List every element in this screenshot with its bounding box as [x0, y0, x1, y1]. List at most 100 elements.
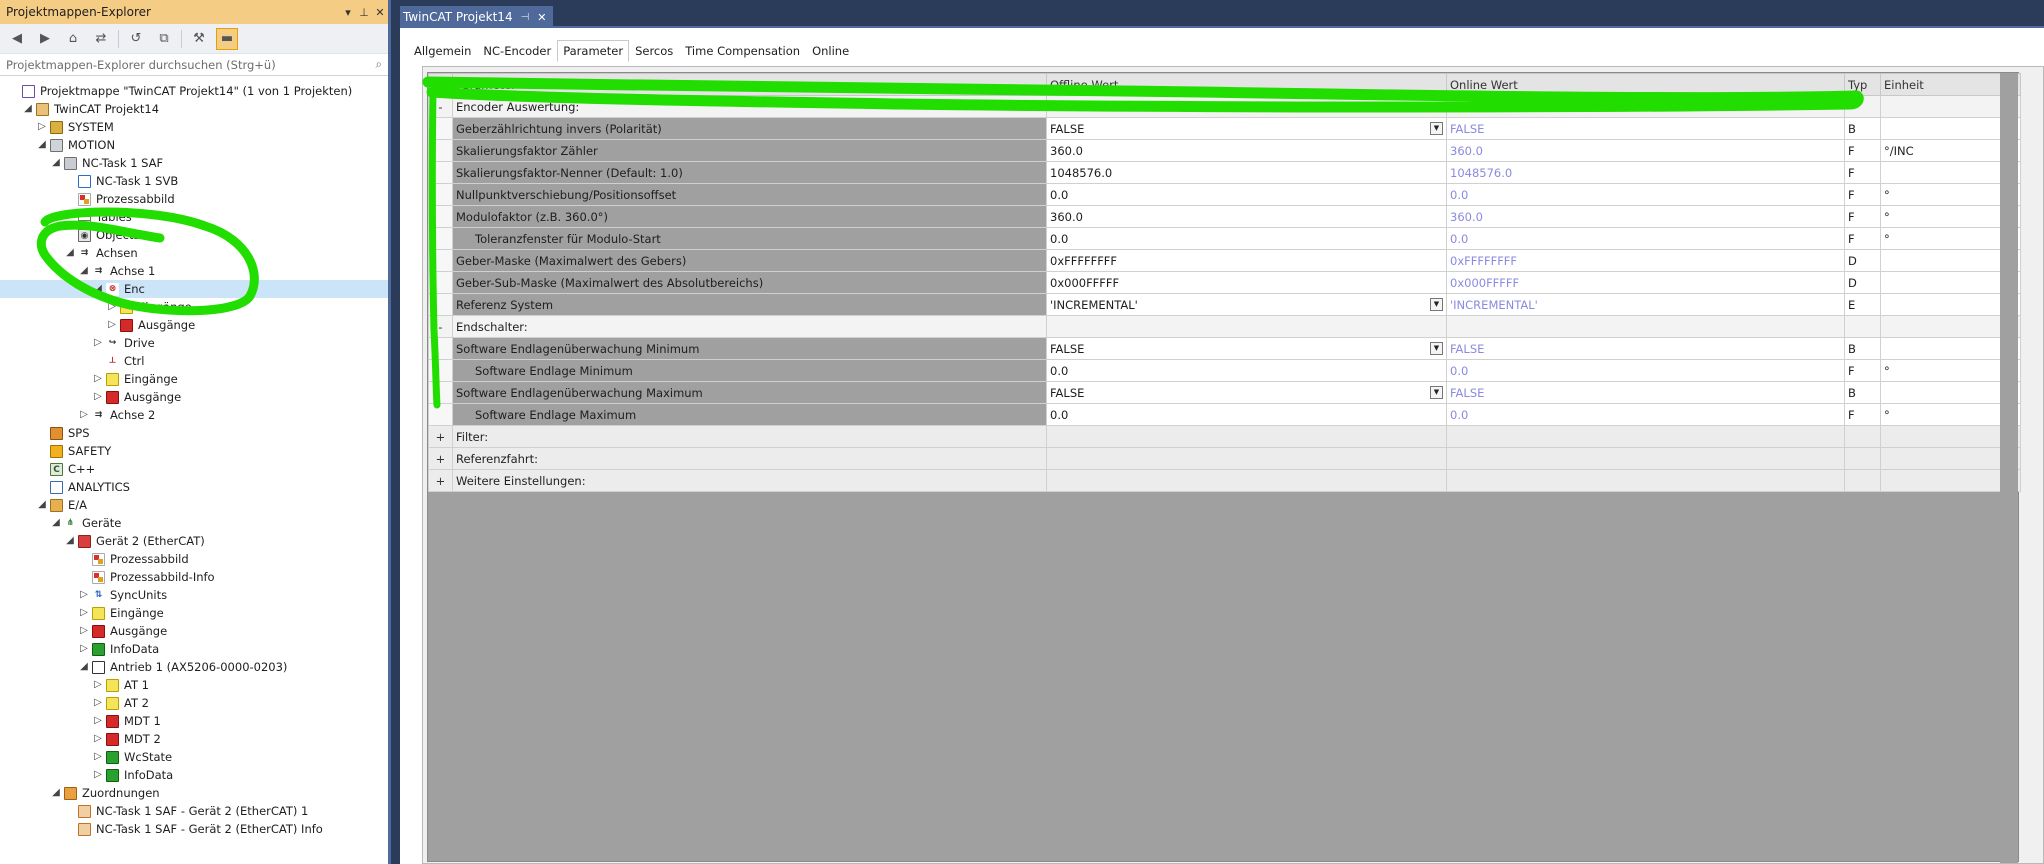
parameter-row[interactable]: Software Endlage Minimum 0.0 0.0 F °	[428, 359, 2021, 382]
tree-item-g-pa[interactable]: Prozessabbild	[0, 550, 388, 568]
category-toggle-button[interactable]: -	[428, 315, 453, 338]
collapse-arrow-icon[interactable]: ◢	[50, 784, 62, 802]
header-typ[interactable]: Typ	[1844, 73, 1881, 96]
tree-item-enc[interactable]: ◢ ⊗ Enc	[0, 280, 388, 298]
close-icon[interactable]: ✕	[537, 11, 546, 24]
parameter-row[interactable]: Nullpunktverschiebung/Positionsoffset 0.0…	[428, 183, 2021, 206]
expand-arrow-icon[interactable]: ▷	[92, 388, 104, 406]
pin-icon[interactable]: ⊥	[356, 6, 372, 19]
tree-item-geraet2[interactable]: ◢ Gerät 2 (EtherCAT)	[0, 532, 388, 550]
collapse-arrow-icon[interactable]: ◢	[78, 262, 90, 280]
tree-item-mdt1[interactable]: ▷ MDT 1	[0, 712, 388, 730]
offline-value-cell[interactable]: 0.0	[1046, 403, 1447, 426]
search-icon[interactable]: ⌕	[376, 57, 382, 72]
offline-value[interactable]: 360.0	[1050, 210, 1083, 224]
collapse-arrow-icon[interactable]: ◢	[36, 136, 48, 154]
history-icon[interactable]: ↺	[125, 28, 147, 50]
category-toggle-button[interactable]: +	[428, 425, 453, 448]
tree-item-g-out[interactable]: ▷ Ausgänge	[0, 622, 388, 640]
preview-icon[interactable]: ▬	[216, 27, 238, 50]
tree-item-ax-out[interactable]: ▷ Ausgänge	[0, 388, 388, 406]
tree-item-ea[interactable]: ◢ E/A	[0, 496, 388, 514]
tree-item-ctrl[interactable]: ⟂ Ctrl	[0, 352, 388, 370]
tree-item-tables[interactable]: Tables	[0, 208, 388, 226]
parameter-row[interactable]: Software Endlage Maximum 0.0 0.0 F °	[428, 403, 2021, 426]
expand-arrow-icon[interactable]: ▷	[106, 298, 118, 316]
category-row[interactable]: - Encoder Auswertung:	[428, 95, 2021, 118]
tree-item-a-info[interactable]: ▷ InfoData	[0, 766, 388, 784]
parameter-row[interactable]: Software Endlagenüberwachung Minimum FALS…	[428, 337, 2021, 360]
tree-item-at1[interactable]: ▷ AT 1	[0, 676, 388, 694]
collapse-arrow-icon[interactable]: ◢	[64, 532, 76, 550]
offline-value-cell[interactable]: FALSE ▼	[1046, 117, 1447, 140]
tab-parameter[interactable]: Parameter	[557, 40, 630, 62]
parameter-row[interactable]: Geber-Maske (Maximalwert des Gebers) 0xFF…	[428, 249, 2021, 272]
tree-item-antrieb1[interactable]: ◢ Antrieb 1 (AX5206-0000-0203)	[0, 658, 388, 676]
expand-arrow-icon[interactable]: ▷	[106, 316, 118, 334]
expand-arrow-icon[interactable]: ▷	[92, 370, 104, 388]
offline-value[interactable]: 'INCREMENTAL'	[1050, 298, 1138, 312]
tree-item-geraete[interactable]: ◢ ⋔ Geräte	[0, 514, 388, 532]
search-box[interactable]: Projektmappen-Explorer durchsuchen (Strg…	[0, 54, 388, 76]
tree-item-map1[interactable]: NC-Task 1 SAF - Gerät 2 (EtherCAT) 1	[0, 802, 388, 820]
parameter-row[interactable]: Software Endlagenüberwachung Maximum FALS…	[428, 381, 2021, 404]
home-icon[interactable]: ⌂	[62, 28, 84, 50]
tree-item-sps[interactable]: SPS	[0, 424, 388, 442]
category-row[interactable]: + Referenzfahrt:	[428, 447, 2021, 470]
tree-item-g-pai[interactable]: Prozessabbild-Info	[0, 568, 388, 586]
tree-item-prozessabbild[interactable]: Prozessabbild	[0, 190, 388, 208]
header-online[interactable]: Online Wert	[1446, 73, 1845, 96]
offline-value[interactable]: 1048576.0	[1050, 166, 1112, 180]
expand-arrow-icon[interactable]: ▷	[92, 748, 104, 766]
tree-item-g-in[interactable]: ▷ Eingänge	[0, 604, 388, 622]
parameter-row[interactable]: Geberzählrichtung invers (Polarität) FALS…	[428, 117, 2021, 140]
vertical-scrollbar[interactable]	[2000, 73, 2018, 863]
offline-value[interactable]: 360.0	[1050, 144, 1083, 158]
header-parameter[interactable]: Parameter	[452, 73, 1047, 96]
category-row[interactable]: - Endschalter:	[428, 315, 2021, 338]
close-icon[interactable]: ✕	[372, 6, 388, 19]
collapse-arrow-icon[interactable]: ◢	[50, 154, 62, 172]
offline-value[interactable]: 0xFFFFFFFF	[1050, 254, 1117, 268]
expand-arrow-icon[interactable]: ▷	[92, 730, 104, 748]
expand-arrow-icon[interactable]: ▷	[92, 766, 104, 784]
expand-arrow-icon[interactable]: ▷	[78, 586, 90, 604]
parameter-row[interactable]: Geber-Sub-Maske (Maximalwert des Absolut…	[428, 271, 2021, 294]
tab-time-compensation[interactable]: Time Compensation	[679, 40, 806, 62]
dropdown-arrow-icon[interactable]: ▼	[1430, 342, 1443, 355]
collapse-arrow-icon[interactable]: ◢	[50, 514, 62, 532]
tree-item-wcstate[interactable]: ▷ WcState	[0, 748, 388, 766]
collapse-arrow-icon[interactable]: ◢	[36, 496, 48, 514]
category-row[interactable]: + Filter:	[428, 425, 2021, 448]
dropdown-arrow-icon[interactable]: ▼	[1430, 298, 1443, 311]
parameter-row[interactable]: Skalierungsfaktor-Nenner (Default: 1.0) 1…	[428, 161, 2021, 184]
search-input[interactable]: Projektmappen-Explorer durchsuchen (Strg…	[6, 58, 376, 72]
panel-menu-icon[interactable]: ▾	[340, 6, 356, 19]
expand-arrow-icon[interactable]: ▷	[92, 694, 104, 712]
tree-item-system[interactable]: ▷ SYSTEM	[0, 118, 388, 136]
tree-item-nc-svb[interactable]: NC-Task 1 SVB	[0, 172, 388, 190]
header-offline[interactable]: Offline Wert	[1046, 73, 1447, 96]
tree-item-ax-in[interactable]: ▷ Eingänge	[0, 370, 388, 388]
offline-value[interactable]: 0.0	[1050, 364, 1068, 378]
tree-item-enc-out[interactable]: ▷ Ausgänge	[0, 316, 388, 334]
document-tab[interactable]: TwinCAT Projekt14 ⊣ ✕	[400, 6, 553, 28]
tree-item-project[interactable]: ◢ TwinCAT Projekt14	[0, 100, 388, 118]
tab-allgemein[interactable]: Allgemein	[408, 40, 477, 62]
collapse-arrow-icon[interactable]: ◢	[78, 658, 90, 676]
category-toggle-button[interactable]: +	[428, 469, 453, 492]
offline-value-cell[interactable]: 'INCREMENTAL' ▼	[1046, 293, 1447, 316]
offline-value-cell[interactable]: 0.0	[1046, 227, 1447, 250]
category-toggle-button[interactable]: -	[428, 95, 453, 118]
tree-item-objects[interactable]: ◉ Objects	[0, 226, 388, 244]
offline-value[interactable]: 0x000FFFFF	[1050, 276, 1119, 290]
sync-icon[interactable]: ⇄	[90, 28, 112, 50]
tree-item-map2[interactable]: NC-Task 1 SAF - Gerät 2 (EtherCAT) Info	[0, 820, 388, 838]
pin-icon[interactable]: ⊣	[521, 12, 530, 23]
offline-value[interactable]: FALSE	[1050, 122, 1084, 136]
tree-item-motion[interactable]: ◢ MOTION	[0, 136, 388, 154]
tree-item-achse2[interactable]: ▷ ⇉ Achse 2	[0, 406, 388, 424]
offline-value-cell[interactable]: FALSE ▼	[1046, 337, 1447, 360]
tab-sercos[interactable]: Sercos	[629, 40, 679, 62]
offline-value[interactable]: FALSE	[1050, 342, 1084, 356]
